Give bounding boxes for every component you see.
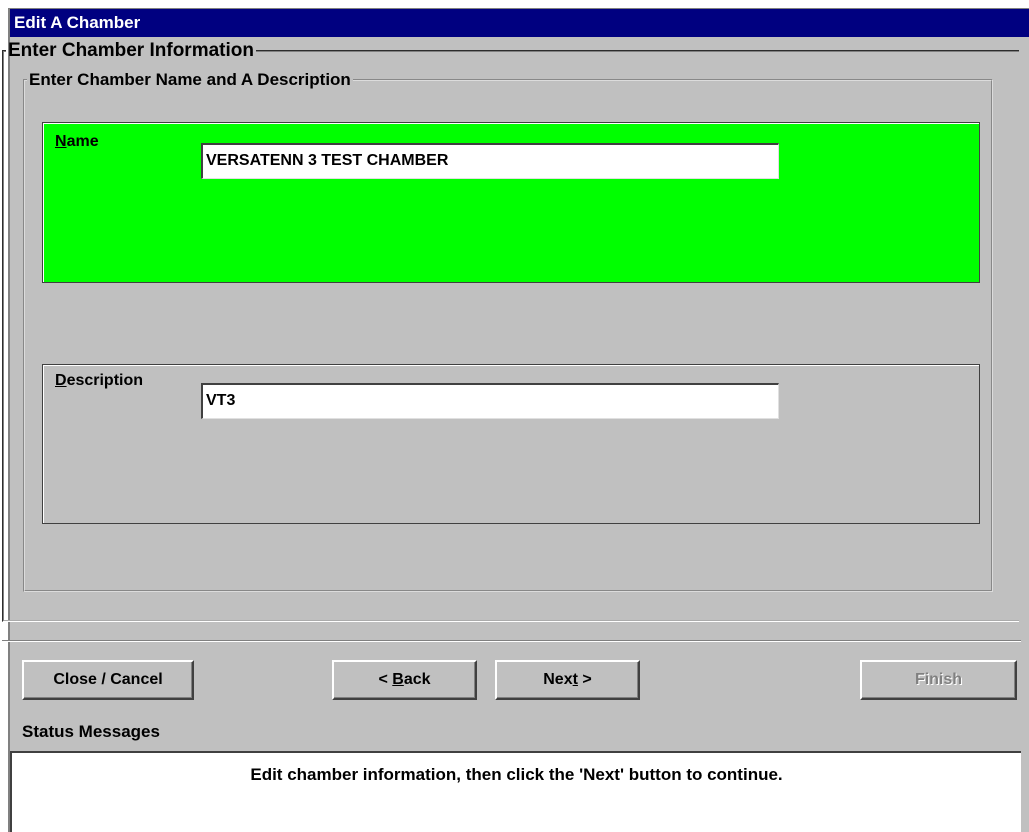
back-button[interactable]: < Back — [332, 660, 477, 700]
title-bar: Edit A Chamber — [10, 9, 1029, 37]
next-button[interactable]: Next > — [495, 660, 640, 700]
status-message-box: Edit chamber information, then click the… — [10, 751, 1021, 832]
status-message-text: Edit chamber information, then click the… — [250, 765, 783, 784]
status-messages-label: Status Messages — [22, 722, 160, 741]
close-cancel-label: Close / Cancel — [53, 671, 163, 688]
window-title: Edit A Chamber — [14, 13, 141, 32]
chamber-information-legend: Enter Chamber Information — [8, 40, 254, 61]
description-label: Description — [55, 372, 144, 389]
name-description-legend: Enter Chamber Name and A Description — [29, 70, 351, 89]
name-input[interactable]: VERSATENN 3 TEST CHAMBER — [201, 143, 779, 179]
next-label: Next > — [543, 671, 592, 688]
finish-label: Finish — [914, 671, 963, 688]
close-cancel-button[interactable]: Close / Cancel — [22, 660, 194, 700]
description-input[interactable]: VT3 — [201, 383, 779, 419]
back-label: < Back — [378, 671, 431, 688]
finish-button: Finish — [860, 660, 1017, 700]
divider — [2, 640, 1021, 642]
name-label: Name — [55, 133, 99, 150]
